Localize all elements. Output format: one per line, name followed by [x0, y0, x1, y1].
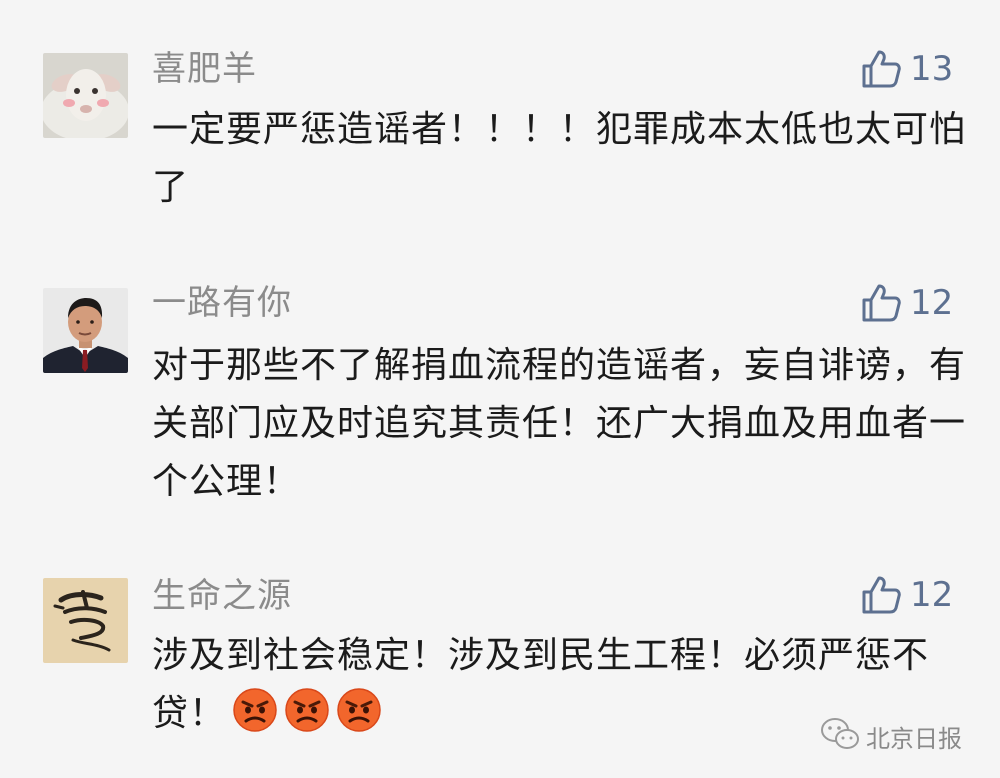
like-count: 12	[910, 575, 954, 615]
sheep-avatar[interactable]	[43, 53, 128, 138]
watermark-text: 北京日报	[866, 724, 962, 753]
angry-face-emoji	[336, 687, 382, 733]
thumbs-up-icon	[860, 282, 902, 324]
like-count: 13	[910, 49, 954, 89]
thumbs-up-icon	[860, 574, 902, 616]
angry-face-emoji	[284, 687, 330, 733]
thumbs-up-icon	[860, 48, 902, 90]
like-button[interactable]: 12	[860, 280, 970, 326]
calligraphy-avatar[interactable]	[43, 578, 128, 663]
comment-username[interactable]: 喜肥羊	[152, 49, 257, 89]
comment-username[interactable]: 生命之源	[152, 576, 292, 616]
like-button[interactable]: 13	[860, 46, 970, 92]
comment-text: 一定要严惩造谣者！！！！犯罪成本太低也太可怕了	[152, 109, 967, 208]
comment-username[interactable]: 一路有你	[152, 283, 292, 323]
wechat-icon	[820, 717, 860, 755]
man-in-suit-avatar[interactable]	[43, 288, 128, 373]
comment-text: 对于那些不了解捐血流程的造谣者，妄自诽谤，有关部门应及时追究其责任！还广大捐血及…	[152, 345, 967, 502]
like-count: 12	[910, 283, 954, 323]
source-watermark: 北京日报	[820, 716, 962, 756]
like-button[interactable]: 12	[860, 572, 970, 618]
angry-face-emoji	[232, 687, 278, 733]
